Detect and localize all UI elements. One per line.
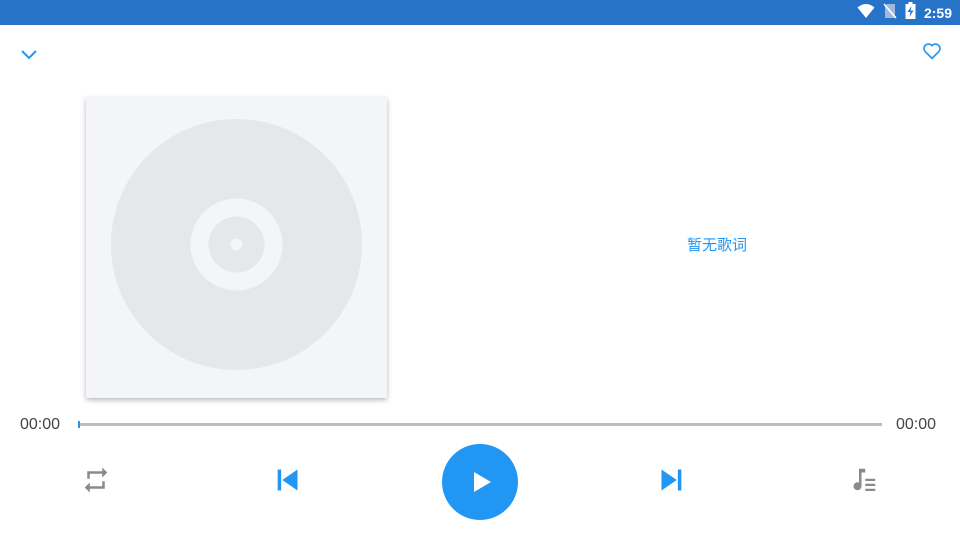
- seek-bar-thumb[interactable]: [78, 421, 80, 428]
- wifi-icon: [857, 3, 875, 23]
- previous-button[interactable]: [269, 464, 305, 500]
- skip-next-icon: [658, 466, 686, 498]
- album-art: [86, 97, 387, 398]
- status-icons: 2:59: [857, 0, 952, 25]
- skip-previous-icon: [273, 466, 301, 498]
- current-time: 00:00: [20, 416, 61, 433]
- playlist-button[interactable]: [846, 464, 882, 500]
- no-sim-icon: [883, 2, 897, 23]
- play-icon: [466, 470, 494, 494]
- repeat-button[interactable]: [78, 464, 114, 500]
- status-bar: 2:59: [0, 0, 960, 25]
- next-button[interactable]: [654, 464, 690, 500]
- battery-charging-icon: [905, 2, 916, 23]
- favorite-button[interactable]: [918, 41, 946, 65]
- queue-music-icon: [849, 465, 879, 499]
- repeat-icon: [81, 465, 111, 499]
- collapse-button[interactable]: [16, 42, 42, 66]
- chevron-down-icon: [20, 45, 38, 64]
- total-time: 00:00: [896, 416, 937, 433]
- heart-outline-icon: [922, 42, 942, 64]
- play-button[interactable]: [442, 444, 518, 520]
- seek-bar[interactable]: [78, 421, 882, 428]
- lyrics-text: 暂无歌词: [686, 236, 747, 254]
- status-time: 2:59: [923, 4, 952, 21]
